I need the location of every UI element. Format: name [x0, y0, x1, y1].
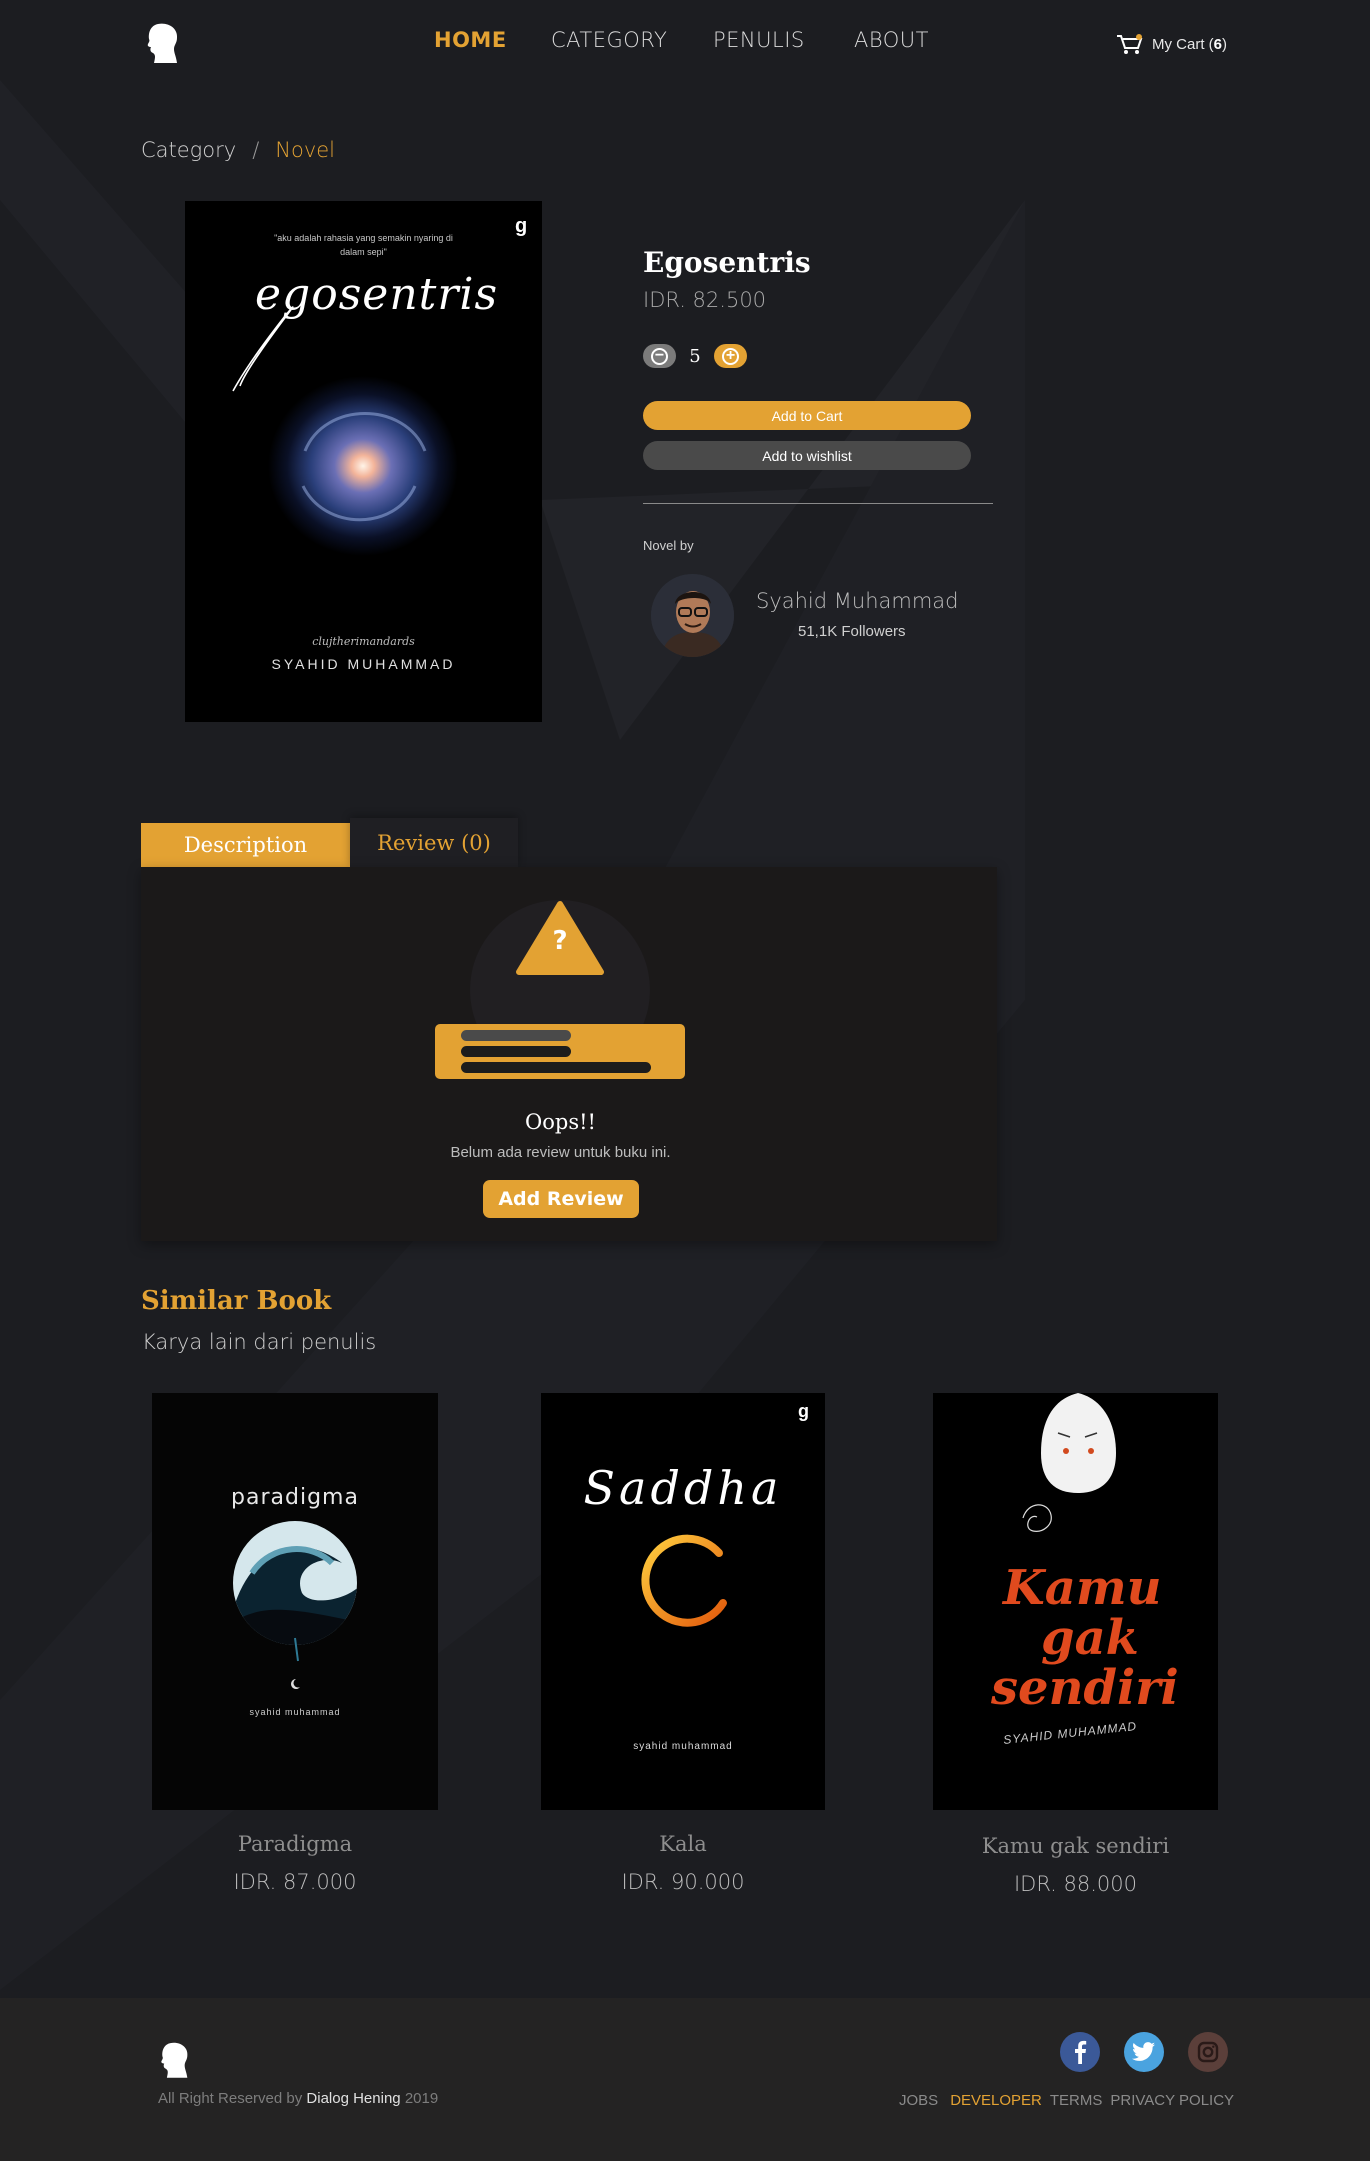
facebook-icon[interactable] [1060, 2032, 1100, 2072]
book-price: IDR. 90.000 [621, 1870, 745, 1894]
add-to-wishlist-button[interactable]: Add to wishlist [643, 441, 971, 470]
book-card-kamu-gak-sendiri[interactable]: Kamu gak sendiri SYAHID MUHAMMAD [933, 1393, 1218, 1810]
nav-penulis[interactable]: PENULIS [713, 28, 805, 52]
book-cover-egosentris: "aku adalah rahasia yang semakin nyaring… [185, 201, 542, 722]
novel-by-label: Novel by [643, 538, 694, 553]
breadcrumb: Category / Novel [141, 138, 335, 162]
footer-logo-icon[interactable] [158, 2041, 190, 2079]
cart-button[interactable]: My Cart (6) [1116, 32, 1227, 56]
minus-icon: − [651, 347, 668, 365]
empty-review-message: Belum ada review untuk buku ini. [450, 1144, 671, 1161]
cover-quote: "aku adalah rahasia yang semakin nyaring… [274, 233, 453, 257]
breadcrumb-separator: / [252, 138, 260, 162]
publisher-mark: g [798, 1401, 809, 1421]
nav-about[interactable]: ABOUT [854, 28, 929, 52]
cart-icon [1117, 34, 1143, 54]
instagram-icon[interactable] [1188, 2032, 1228, 2072]
author-followers: 51,1K Followers [798, 623, 906, 640]
footer [0, 1998, 1370, 2161]
breadcrumb-novel[interactable]: Novel [275, 138, 335, 162]
cover-title-line: sendiri [991, 1660, 1179, 1716]
author-name[interactable]: Syahid Muhammad [756, 589, 959, 613]
product-title: Egosentris [643, 246, 811, 279]
quantity-stepper: − 5 + [643, 344, 747, 368]
publisher-mark: g [515, 215, 528, 237]
copyright-brand[interactable]: Dialog Hening [306, 2090, 400, 2107]
warning-icon: ? [552, 926, 568, 956]
add-to-cart-button[interactable]: Add to Cart [643, 401, 971, 430]
cover-author: syahid muhammad [633, 1741, 733, 1752]
book-price: IDR. 88.000 [1013, 1872, 1138, 1896]
nav-category[interactable]: CATEGORY [551, 28, 667, 52]
tab-review[interactable]: Review (0) [350, 818, 518, 867]
cover-title-line: Kamu [1003, 1560, 1162, 1616]
decrease-quantity-button[interactable]: − [643, 344, 676, 368]
copyright-year: 2019 [404, 2090, 439, 2107]
similar-subtitle: Karya lain dari penulis [142, 1330, 377, 1354]
product-price: IDR. 82.500 [643, 288, 767, 312]
cover-signature: clujtherimandards [312, 635, 415, 648]
book-price: IDR. 87.000 [233, 1870, 357, 1894]
cart-label: My Cart (6) [1152, 35, 1228, 53]
breadcrumb-category[interactable]: Category [141, 138, 236, 162]
copyright-prefix: All Right Reserved by [158, 2090, 303, 2107]
quantity-value: 5 [689, 345, 701, 367]
cover-title: egosentris [255, 269, 499, 320]
footer-link-developer[interactable]: DEVELOPER [950, 2092, 1042, 2109]
book-title[interactable]: Kala [541, 1832, 825, 1856]
author-avatar[interactable] [651, 574, 734, 657]
cover-author: syahid muhammad [249, 1707, 341, 1717]
book-card-kala[interactable]: Saddha g syahid muhammad [541, 1393, 825, 1810]
copyright: All Right Reserved by Dialog Hening 2019 [158, 2090, 438, 2107]
divider [643, 503, 993, 504]
nav-home[interactable]: HOME [434, 28, 507, 52]
increase-quantity-button[interactable]: + [714, 344, 747, 368]
cover-author: SYAHID MUHAMMAD [271, 656, 456, 672]
footer-link-jobs[interactable]: JOBS [899, 2092, 938, 2109]
book-title[interactable]: Paradigma [152, 1832, 438, 1856]
footer-link-terms[interactable]: TERMS [1050, 2092, 1103, 2109]
twitter-icon[interactable] [1124, 2032, 1164, 2072]
cover-title-line: gak [1041, 1610, 1139, 1666]
book-title[interactable]: Kamu gak sendiri [933, 1834, 1218, 1858]
cover-title: paradigma [231, 1485, 359, 1510]
empty-review-title: Oops!! [525, 1110, 596, 1134]
add-review-button[interactable]: Add Review [483, 1180, 639, 1218]
cover-title: Kamu gak sendiri [991, 1560, 1179, 1713]
footer-links: JOBS DEVELOPER TERMS PRIVACY POLICY [899, 2092, 1234, 2109]
similar-title: Similar Book [141, 1286, 332, 1316]
plus-icon: + [722, 347, 739, 365]
footer-link-privacy-policy[interactable]: PRIVACY POLICY [1110, 2092, 1234, 2109]
book-card-paradigma[interactable]: paradigma syahid muhammad [152, 1393, 438, 1810]
tab-description[interactable]: Description [141, 823, 350, 867]
cover-art [233, 1521, 357, 1689]
cover-title: Saddha [583, 1461, 783, 1515]
